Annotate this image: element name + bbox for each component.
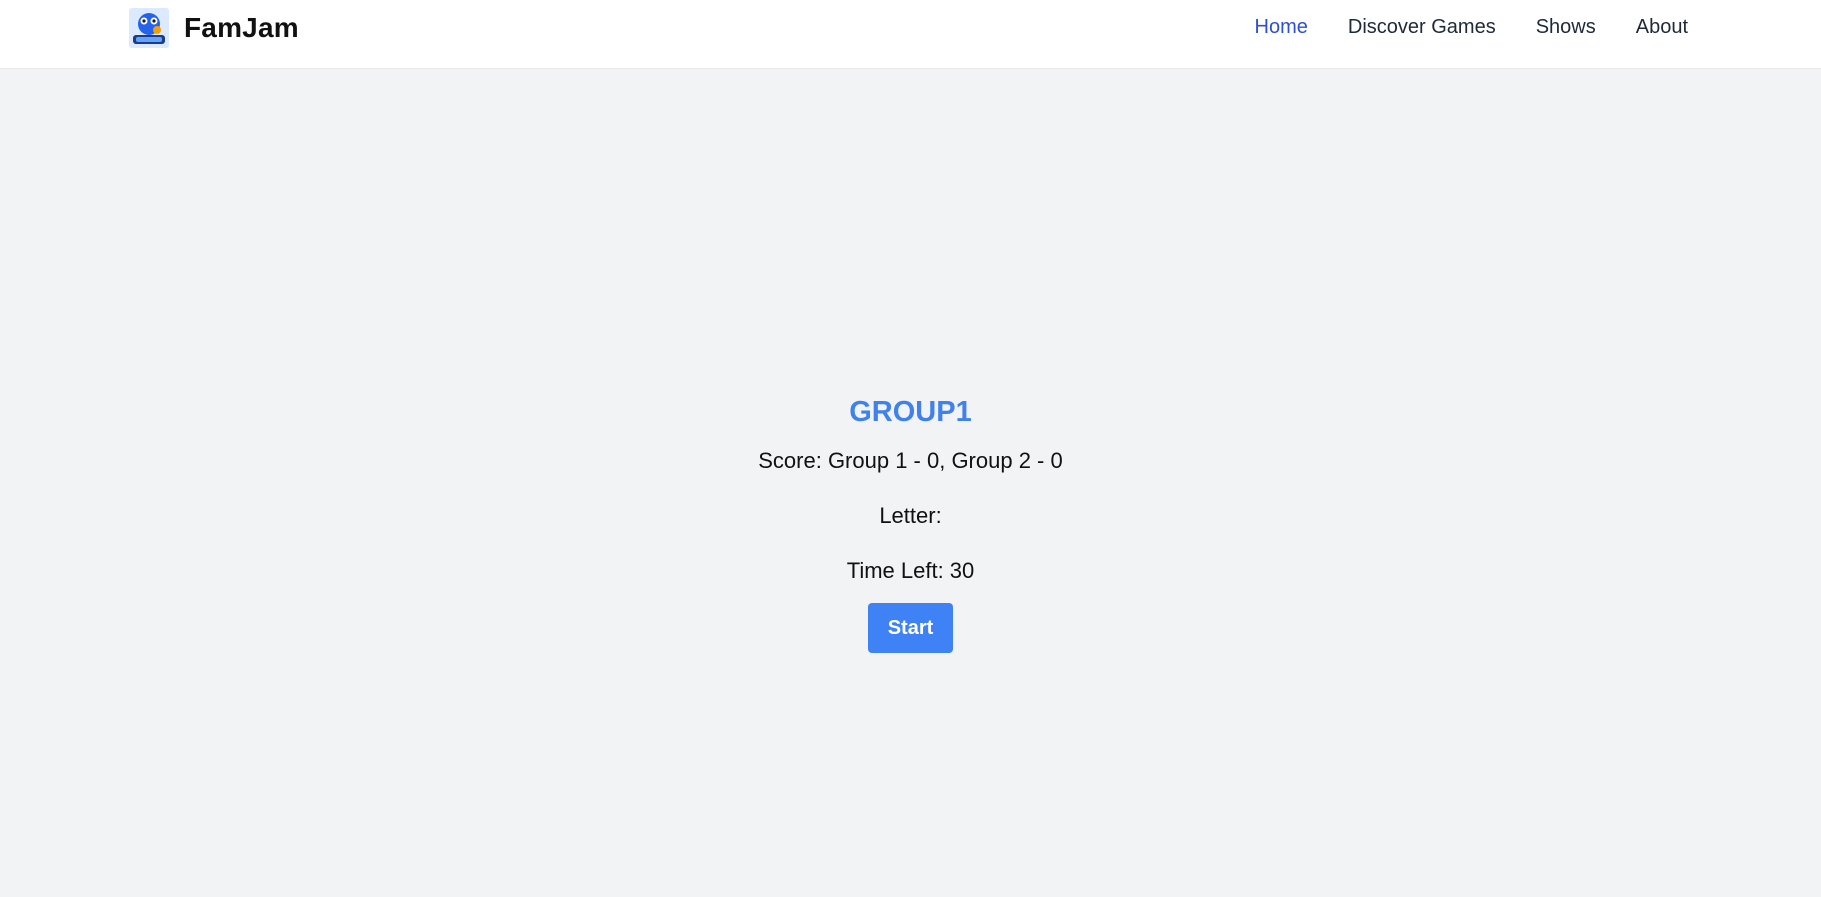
famjam-logo-icon <box>129 8 169 48</box>
letter-text: Letter: <box>879 503 942 528</box>
brand-link[interactable]: FamJam <box>129 8 299 48</box>
current-group-title: GROUP1 <box>849 396 972 428</box>
nav-link-home[interactable]: Home <box>1255 16 1308 39</box>
brand-name: FamJam <box>184 12 299 43</box>
score-text: Score: Group 1 - 0, Group 2 - 0 <box>758 448 1063 473</box>
nav-link-about[interactable]: About <box>1636 16 1688 39</box>
main-nav: Home Discover Games Shows About <box>1255 16 1688 39</box>
time-left-text: Time Left: 30 <box>846 558 975 583</box>
nav-link-discover-games[interactable]: Discover Games <box>1348 16 1496 39</box>
start-button[interactable]: Start <box>868 603 953 653</box>
game-panel: GROUP1 Score: Group 1 - 0, Group 2 - 0 L… <box>0 394 1821 653</box>
top-navbar: FamJam Home Discover Games Shows About <box>0 0 1821 68</box>
nav-link-shows[interactable]: Shows <box>1536 16 1596 39</box>
